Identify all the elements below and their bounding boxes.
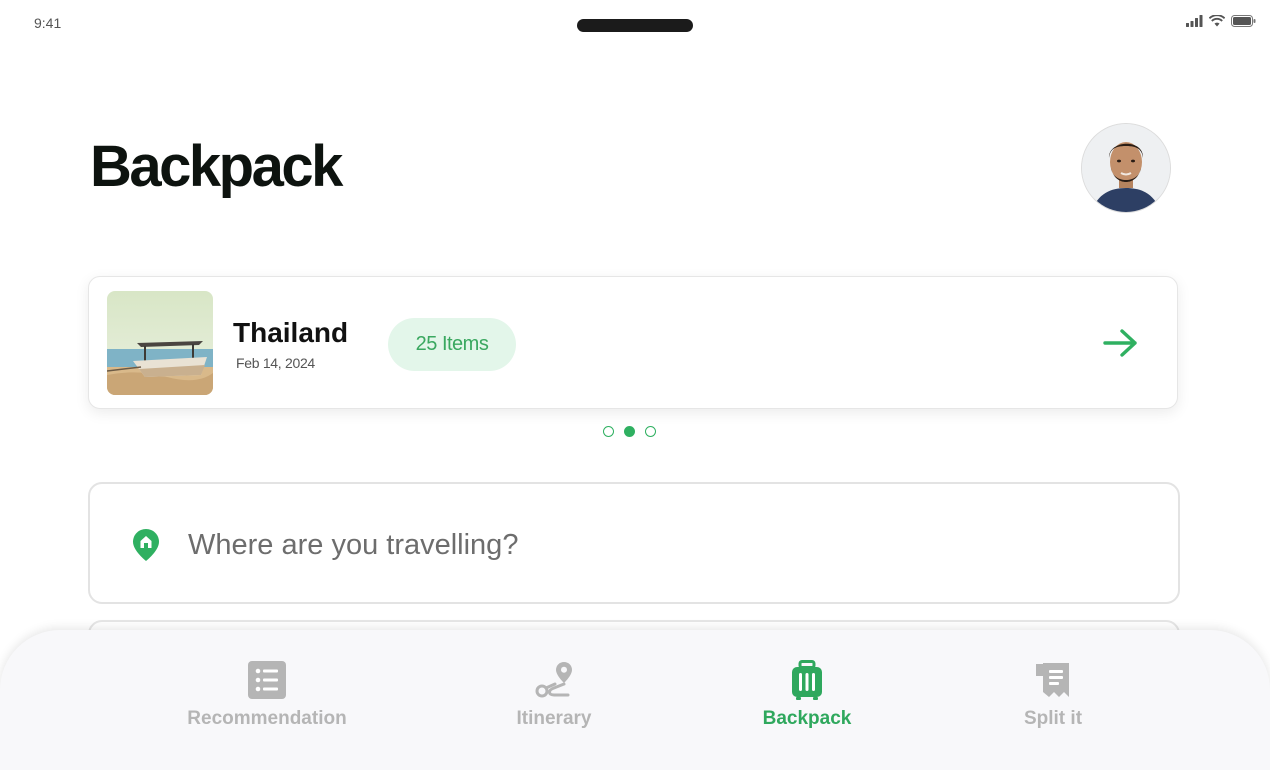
list-icon [248,661,286,699]
bottom-navigation: Recommendation Itinerary Backpack Split … [0,630,1270,770]
location-pin-icon [133,529,159,561]
page-dot[interactable] [603,426,614,437]
trip-card[interactable]: Thailand Feb 14, 2024 25 Items [88,276,1178,409]
boat-photo [107,291,213,395]
search-placeholder: Where are you travelling? [188,529,519,561]
avatar[interactable] [1082,124,1170,212]
trip-thumbnail [107,291,213,395]
home-indicator [577,19,693,32]
nav-item-itinerary[interactable]: Itinerary [514,660,594,730]
status-bar: 9:41 [0,0,1270,46]
nav-item-split-it[interactable]: Split it [1018,660,1088,730]
nav-label-recommendation: Recommendation [187,708,347,729]
destination-search-input[interactable]: Where are you travelling? [88,482,1180,604]
nav-item-backpack[interactable]: Backpack [757,660,857,730]
user-photo [1082,124,1170,212]
page-dot[interactable] [645,426,656,437]
trip-name: Thailand [233,317,349,348]
trip-date: Feb 14, 2024 [236,355,315,371]
pagination-dots [603,426,656,437]
suitcase-icon [792,660,822,700]
nav-label-itinerary: Itinerary [516,708,592,729]
wifi-icon [1209,15,1225,27]
battery-icon [1231,15,1256,27]
nav-label-backpack: Backpack [762,708,852,729]
nav-item-recommendation[interactable]: Recommendation [187,660,347,730]
signal-icon [1186,15,1203,27]
page-title: Backpack [90,134,343,199]
page-dot-active[interactable] [624,426,635,437]
status-icons [1186,15,1256,27]
status-time: 9:41 [34,15,62,31]
arrow-right-icon[interactable] [1101,326,1141,360]
items-count-badge: 25 Items [388,318,516,371]
nav-label-split-it: Split it [1023,708,1083,729]
receipt-icon [1036,663,1069,697]
route-icon [535,662,572,698]
